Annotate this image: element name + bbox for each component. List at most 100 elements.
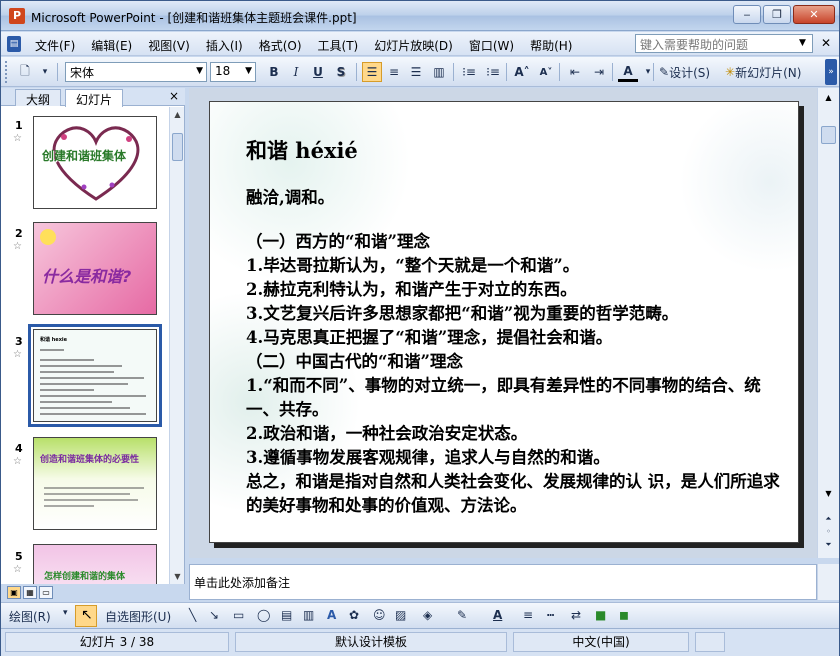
slide-position: 幻灯片 3 / 38 — [5, 632, 229, 652]
menu-insert[interactable]: 插入(I) — [198, 36, 251, 55]
toolbar-separator — [559, 63, 560, 81]
vertical-textbox-icon[interactable]: ▥ — [303, 608, 314, 622]
slide-thumbnail-4[interactable]: 创造和谐班集体的必要性 — [33, 437, 157, 530]
rectangle-icon[interactable]: ▭ — [233, 608, 244, 622]
textbox-icon[interactable]: ▤ — [281, 608, 292, 622]
slide-line: 3.文艺复兴后许多思想家都把“和谐”视为重要的哲学范畴。 — [246, 304, 679, 323]
menu-file[interactable]: 文件(F) — [27, 36, 83, 55]
clipart-icon[interactable]: ☺ — [373, 608, 386, 622]
close-pane-button[interactable]: × — [169, 89, 179, 103]
tab-outline[interactable]: 大纲 — [15, 89, 62, 107]
fill-color-icon[interactable]: ◈ — [423, 608, 432, 622]
arrow-icon[interactable]: ↘ — [209, 608, 219, 622]
line-style-icon[interactable]: ≡ — [523, 608, 533, 622]
select-pointer-icon[interactable]: ↖ — [75, 605, 97, 627]
scroll-thumb[interactable] — [821, 126, 836, 144]
font-color-icon[interactable]: A — [618, 62, 638, 82]
decrease-indent-icon[interactable]: ⇤ — [565, 62, 585, 82]
scroll-thumb[interactable] — [172, 133, 183, 161]
help-search-input[interactable]: 键入需要帮助的问题 — [635, 34, 813, 53]
select-object-icon[interactable]: ◦ — [821, 525, 836, 538]
chevron-down-icon[interactable]: ▾ — [35, 62, 55, 82]
increase-indent-icon[interactable]: ⇥ — [589, 62, 609, 82]
restore-button[interactable]: ❐ — [763, 5, 791, 24]
menu-items: 文件(F) 编辑(E) 视图(V) 插入(I) 格式(O) 工具(T) 幻灯片放… — [27, 36, 580, 55]
distribute-icon[interactable]: ▥ — [429, 62, 449, 82]
slide-scrollbar[interactable]: ▲ ▼ ⏶ ◦ ⏷ — [817, 88, 839, 558]
new-slide-button[interactable]: ✳ 新幻灯片(N) — [725, 62, 801, 82]
close-document-button[interactable]: ✕ — [821, 36, 831, 50]
slide-thumbnails: 1 ☆ 创建和谐班集体 2 ☆ 什么是和谐? 3 ☆ 和谐 hexie 4 ☆ … — [1, 107, 169, 584]
align-left-icon[interactable]: ☰ — [362, 62, 382, 82]
wordart-icon[interactable]: A — [327, 608, 336, 622]
star-icon: ☆ — [13, 133, 22, 144]
slideshow-icon[interactable]: ▭ — [39, 586, 53, 599]
scroll-down-icon[interactable]: ▼ — [170, 569, 185, 584]
close-window-button[interactable]: ✕ — [793, 5, 835, 24]
new-document-icon[interactable]: 🗋 — [15, 62, 35, 82]
minimize-button[interactable]: ‒ — [733, 5, 761, 24]
menu-slideshow[interactable]: 幻灯片放映(D) — [366, 36, 461, 55]
slide-thumbnail-2[interactable]: 什么是和谐? — [33, 222, 157, 315]
line-icon[interactable]: ╲ — [189, 608, 196, 622]
menu-window[interactable]: 窗口(W) — [461, 36, 522, 55]
slide-thumbnail-1[interactable]: 创建和谐班集体 — [33, 116, 157, 209]
align-right-icon[interactable]: ☰ — [406, 62, 426, 82]
bold-button[interactable]: B — [264, 62, 284, 82]
chevron-down-icon[interactable]: ▾ — [638, 62, 658, 82]
menu-edit[interactable]: 编辑(E) — [83, 36, 140, 55]
line-color-icon[interactable]: ✎ — [457, 608, 467, 622]
3d-style-icon[interactable]: ◼ — [619, 608, 629, 622]
menu-tools[interactable]: 工具(T) — [310, 36, 367, 55]
toolbar-separator — [506, 63, 507, 81]
design-template[interactable]: 默认设计模板 — [235, 632, 507, 652]
font-name-select[interactable]: 宋体 ▼ — [65, 62, 207, 82]
oval-icon[interactable]: ◯ — [257, 608, 270, 622]
slide-thumbnail-5[interactable]: 怎样创建和谐的集体 — [33, 544, 157, 584]
slide-sorter-icon[interactable]: ▦ — [23, 586, 37, 599]
increase-font-icon[interactable]: A˄ — [512, 62, 532, 82]
tab-slides[interactable]: 幻灯片 — [65, 89, 124, 107]
numbering-icon[interactable]: ⁝≡ — [459, 62, 479, 82]
previous-slide-icon[interactable]: ⏶ — [821, 512, 836, 525]
design-button[interactable]: ✎ 设计(S) — [659, 62, 710, 82]
align-center-icon[interactable]: ≡ — [384, 62, 404, 82]
powerpoint-window: P Microsoft PowerPoint - [创建和谐班集体主题班会课件.… — [0, 0, 840, 656]
thumbnails-scrollbar[interactable]: ▲ ▼ — [169, 107, 184, 584]
draw-menu-button[interactable]: 绘图(R) — [9, 608, 51, 625]
menu-format[interactable]: 格式(O) — [251, 36, 310, 55]
scroll-up-icon[interactable]: ▲ — [821, 90, 836, 105]
italic-button[interactable]: I — [286, 62, 306, 82]
slide-thumbnail-3[interactable]: 和谐 hexie — [28, 324, 162, 427]
next-slide-icon[interactable]: ⏷ — [821, 538, 836, 551]
picture-icon[interactable]: ▨ — [395, 608, 406, 622]
window-title: Microsoft PowerPoint - [创建和谐班集体主题班会课件.pp… — [31, 11, 357, 25]
menu-view[interactable]: 视图(V) — [140, 36, 198, 55]
toolbar-overflow-button[interactable]: » — [825, 59, 837, 85]
menu-help[interactable]: 帮助(H) — [522, 36, 580, 55]
underline-button[interactable]: U — [308, 62, 328, 82]
notes-pane[interactable]: 单击此处添加备注 — [189, 564, 817, 600]
current-slide[interactable]: 和谐 héxié 融洽,调和。 （一）西方的“和谐”理念 1.毕达哥拉斯认为，“… — [209, 101, 799, 543]
scroll-down-icon[interactable]: ▼ — [821, 486, 836, 501]
shadow-button[interactable]: S — [331, 62, 351, 82]
slide-text-box[interactable]: 和谐 héxié 融洽,调和。 （一）西方的“和谐”理念 1.毕达哥拉斯认为，“… — [246, 138, 786, 518]
shadow-style-icon[interactable]: ■ — [595, 608, 606, 622]
notes-scrollbar[interactable] — [817, 564, 839, 600]
bullets-icon[interactable]: ⁝≡ — [483, 62, 503, 82]
font-size-select[interactable]: 18 ▼ — [210, 62, 256, 82]
chevron-down-icon[interactable]: ▾ — [63, 608, 68, 618]
toolbar-grip[interactable] — [5, 61, 8, 83]
normal-view-icon[interactable]: ▣ — [7, 586, 21, 599]
arrow-style-icon[interactable]: ⇄ — [571, 608, 581, 622]
slide-line: 2.赫拉克利特认为，和谐产生于对立的东西。 — [246, 280, 577, 299]
dash-style-icon[interactable]: ┅ — [547, 608, 554, 622]
thumbnail-title: 创建和谐班集体 — [42, 149, 127, 163]
chevron-down-icon[interactable]: ▼ — [799, 38, 806, 48]
autoshapes-menu-button[interactable]: 自选图形(U) — [105, 608, 171, 625]
font-color-icon[interactable]: A — [493, 608, 502, 622]
slide-line: （一）西方的“和谐”理念 — [246, 232, 430, 251]
scroll-up-icon[interactable]: ▲ — [170, 107, 185, 122]
diagram-icon[interactable]: ✿ — [349, 608, 359, 622]
decrease-font-icon[interactable]: A˅ — [536, 62, 556, 82]
